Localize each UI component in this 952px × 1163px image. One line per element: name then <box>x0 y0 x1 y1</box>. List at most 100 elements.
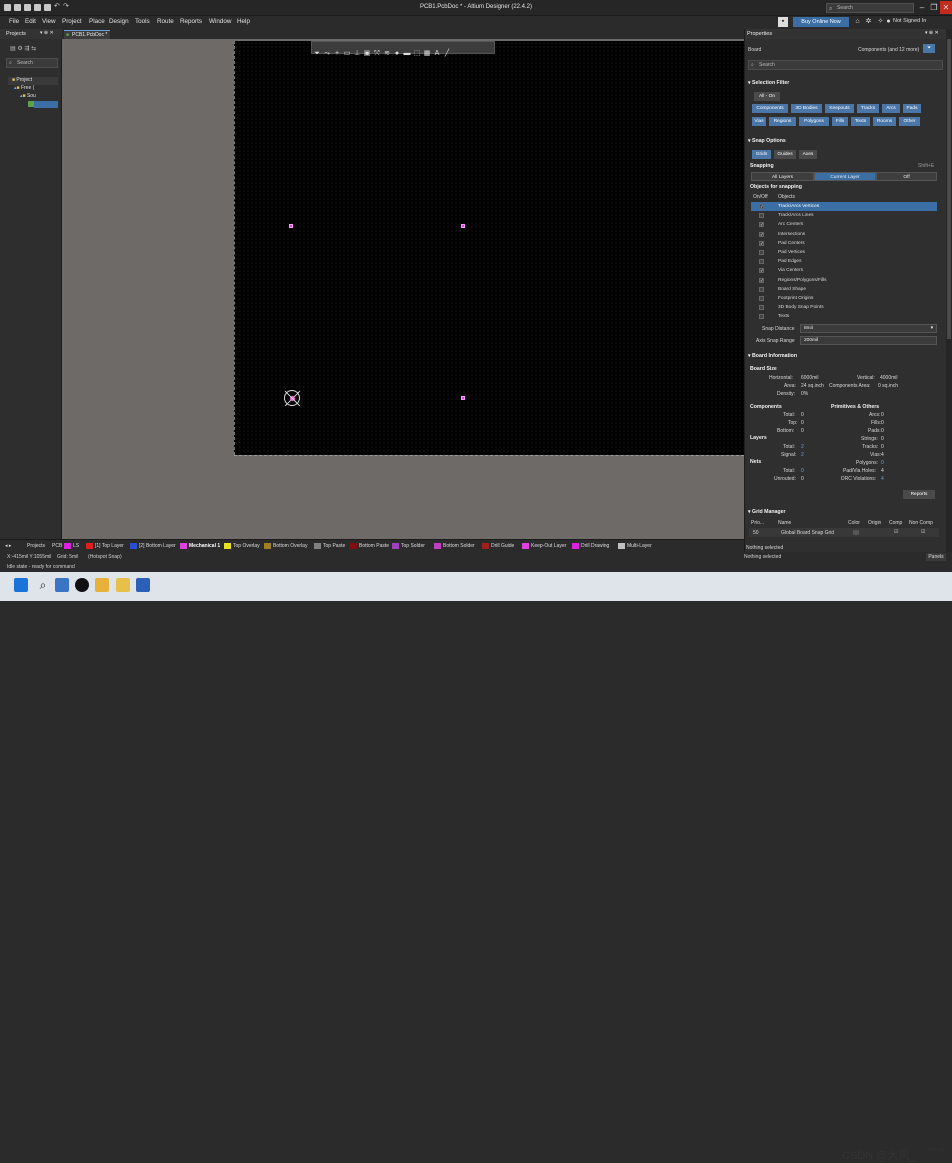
board-shape[interactable] <box>234 41 744 455</box>
sign-in-status[interactable]: Not Signed In <box>893 18 926 24</box>
panels-button[interactable]: Panels <box>926 553 946 561</box>
properties-scrollbar[interactable] <box>946 29 952 553</box>
snap-object-checkbox[interactable] <box>759 286 764 292</box>
layer-tab[interactable]: Top Solder <box>401 543 425 549</box>
snap-object-row[interactable]: ✓ Intersections <box>751 230 937 239</box>
snap-object-checkbox[interactable] <box>759 314 764 320</box>
properties-search-input[interactable]: ⌕ Search <box>748 60 943 70</box>
snap-object-row[interactable]: ✓ Track/Arcs Vertices <box>751 202 937 212</box>
snap-object-row[interactable]: ✓ Arc Centers <box>751 220 937 229</box>
snap-object-row[interactable]: ✓ Pad Centers <box>751 239 937 248</box>
snap-object-checkbox[interactable]: ✓ <box>759 231 764 237</box>
snap-object-checkbox[interactable] <box>759 259 764 265</box>
menu-tools[interactable]: Tools <box>135 18 150 25</box>
tab-pcb-bottom[interactable]: PCB <box>52 543 62 549</box>
polygons-value[interactable]: 0 <box>881 460 884 466</box>
filter-regions[interactable]: Regions <box>769 117 796 126</box>
snap-object-checkbox[interactable]: ✓ <box>759 240 764 246</box>
filter-icon[interactable]: ⏷ <box>312 48 322 59</box>
filter-components[interactable]: Components <box>752 104 788 113</box>
axis-snap-range-input[interactable]: 200mil <box>800 336 937 345</box>
signal-value[interactable]: 2 <box>801 452 804 458</box>
layer-tab[interactable]: Top Paste <box>323 543 345 549</box>
components-filter[interactable]: Components (and 12 more) <box>858 47 919 53</box>
all-on-button[interactable]: All - On <box>754 92 780 101</box>
snap-current-layer[interactable]: Current Layer <box>814 172 876 181</box>
snap-object-row[interactable]: Board Shape <box>751 285 937 294</box>
via[interactable] <box>290 396 295 401</box>
minimize-button[interactable]: – <box>916 1 928 14</box>
layer-tab[interactable]: LS <box>73 543 79 549</box>
gear-icon[interactable]: ✲ <box>864 17 873 27</box>
filter-arcs[interactable]: Arcs <box>882 104 900 113</box>
fill-icon[interactable]: ▬ <box>402 48 412 59</box>
via[interactable] <box>289 224 293 228</box>
filter-rooms[interactable]: Rooms <box>873 117 896 126</box>
tab-axes[interactable]: Axes <box>799 150 817 159</box>
grid-color-swatch[interactable] <box>853 530 859 535</box>
snap-object-checkbox[interactable] <box>759 295 764 301</box>
filter-other[interactable]: Other <box>899 117 920 126</box>
pad-icon[interactable]: ● <box>392 48 402 59</box>
layer-nav-arrows[interactable]: ◂ ▸ <box>5 543 11 549</box>
reports-button[interactable]: Reports <box>903 490 935 499</box>
menu-design[interactable]: Design <box>109 18 129 25</box>
task-view-icon[interactable] <box>55 578 69 592</box>
menu-edit[interactable]: Edit <box>25 18 36 25</box>
layers-total-value[interactable]: 2 <box>801 444 804 450</box>
snap-object-checkbox[interactable]: ✓ <box>759 222 764 228</box>
start-icon[interactable] <box>14 578 28 592</box>
tree-item-project[interactable]: ■ Project <box>8 77 58 85</box>
snap-object-row[interactable]: Texts <box>751 312 937 321</box>
snap-object-checkbox[interactable] <box>759 305 764 311</box>
feedback-icon[interactable]: ▪ <box>778 17 788 27</box>
browser-icon[interactable] <box>75 578 89 592</box>
menu-project[interactable]: Project <box>62 18 82 25</box>
tab-projects-bottom[interactable]: Projects <box>27 543 45 549</box>
snap-object-checkbox[interactable] <box>759 249 764 255</box>
polygon-icon[interactable]: ⬚ <box>412 48 422 59</box>
snap-object-row[interactable]: ✓ Regions/Polygons/Fills <box>751 276 937 285</box>
projects-search-input[interactable]: ⌕ Search <box>6 58 58 68</box>
nets-total-value[interactable]: 0 <box>801 468 804 474</box>
filter-texts[interactable]: Texts <box>851 117 870 126</box>
scroll-thumb[interactable] <box>947 39 951 339</box>
layer-tab[interactable]: Multi-Layer <box>627 543 652 549</box>
filter-pads[interactable]: Pads <box>903 104 921 113</box>
menu-reports[interactable]: Reports <box>180 18 202 25</box>
route-icon[interactable]: ⤳ <box>322 48 332 59</box>
align-icon[interactable]: ⊥ <box>352 48 362 59</box>
pcb-canvas[interactable]: ⏷ ⤳ + ▭ ⊥ ▣ ⤲ ≋ ● ▬ ⬚ ▦ A ╱ <box>62 39 744 539</box>
snap-object-checkbox[interactable]: ✓ <box>759 204 764 209</box>
layer-tab[interactable]: Keep-Out Layer <box>531 543 566 549</box>
filter-icon[interactable]: ⏷ <box>923 44 935 53</box>
snap-object-row[interactable]: Pad Edges <box>751 257 937 266</box>
filter-keepouts[interactable]: Keepouts <box>825 104 854 113</box>
menu-place[interactable]: Place <box>89 18 105 25</box>
buy-online-button[interactable]: Buy Online Now <box>793 17 849 27</box>
snap-all-layers[interactable]: All Layers <box>751 172 814 181</box>
home-icon[interactable]: ⌂ <box>853 17 862 27</box>
filter-3d-bodies[interactable]: 3D Bodies <box>791 104 822 113</box>
menu-window[interactable]: Window <box>209 18 231 25</box>
snap-distance-select[interactable]: 8mil ▾ <box>800 324 937 333</box>
crosshair-icon[interactable]: + <box>332 48 342 59</box>
route-multi-icon[interactable]: ⤲ <box>372 48 382 59</box>
line-icon[interactable]: ╱ <box>442 48 452 59</box>
snap-object-row[interactable]: ✓ Via Centers <box>751 266 937 275</box>
layer-tab[interactable]: [1] Top Layer <box>95 543 124 549</box>
maximize-button[interactable]: ❐ <box>928 1 940 14</box>
tab-guides[interactable]: Guides <box>774 150 796 159</box>
snap-object-row[interactable]: Pad Vertices <box>751 248 937 257</box>
select-rect-icon[interactable]: ▭ <box>342 48 352 59</box>
layer-tab[interactable]: [2] Bottom Layer <box>139 543 176 549</box>
menu-route[interactable]: Route <box>157 18 174 25</box>
diff-pair-icon[interactable]: ≋ <box>382 48 392 59</box>
tree-item-free[interactable]: ▴■ Free ( <box>8 85 58 93</box>
snap-object-row[interactable]: 3D Body Snap Points <box>751 303 937 312</box>
snap-off[interactable]: Off <box>876 172 937 181</box>
layer-tab[interactable]: Drill Drawing <box>581 543 609 549</box>
filter-tracks[interactable]: Tracks <box>857 104 879 113</box>
layer-tab[interactable]: Top Overlay <box>233 543 260 549</box>
panel-pin-icon[interactable]: ▾ ⊕ ✕ <box>925 30 939 36</box>
